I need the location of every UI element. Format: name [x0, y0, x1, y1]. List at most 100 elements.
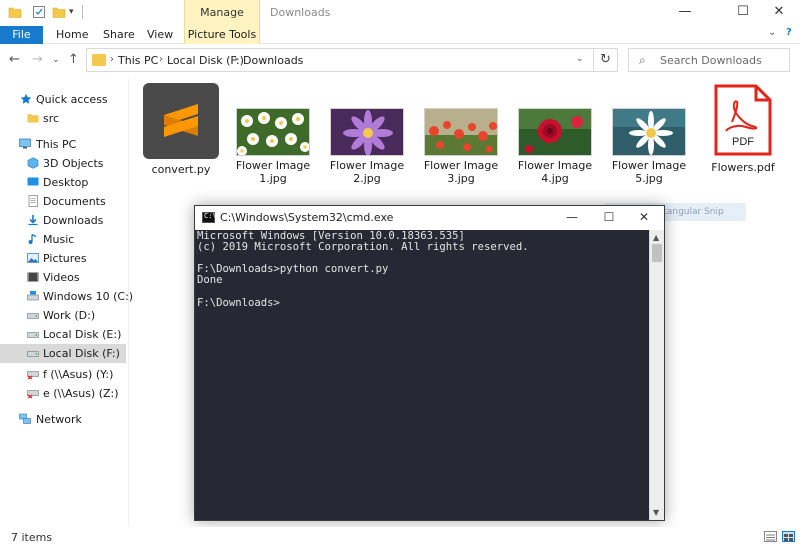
- window-title: Downloads: [270, 6, 331, 19]
- sidebar-item-this-pc[interactable]: This PC: [0, 135, 126, 154]
- large-icons-view-icon[interactable]: [782, 531, 795, 542]
- minimize-button[interactable]: —: [662, 0, 708, 26]
- star-icon: [20, 93, 32, 104]
- sidebar-item-src[interactable]: src: [0, 109, 126, 128]
- scroll-down-icon[interactable]: ▼: [653, 508, 659, 517]
- folder-icon: [92, 54, 106, 66]
- folder-icon[interactable]: [8, 5, 22, 19]
- address-bar[interactable]: › This PC › Local Disk (F:) › Downloads …: [86, 48, 594, 72]
- tab-share[interactable]: Share: [103, 26, 135, 44]
- sidebar-item-local-disk-e[interactable]: Local Disk (E:): [0, 325, 126, 344]
- tab-manage[interactable]: Manage: [184, 0, 260, 26]
- sidebar-item-downloads[interactable]: Downloads: [0, 211, 126, 230]
- breadcrumb-separator[interactable]: ›: [110, 54, 114, 65]
- file-item-convert-py[interactable]: convert.py: [141, 82, 221, 176]
- tab-file[interactable]: File: [0, 26, 43, 44]
- scroll-up-icon[interactable]: ▲: [653, 233, 659, 242]
- file-name: Flowers.pdf: [711, 161, 775, 174]
- pane-divider[interactable]: [128, 78, 129, 526]
- sidebar-item-3d-objects[interactable]: 3D Objects: [0, 154, 126, 173]
- documents-icon: [28, 195, 38, 207]
- file-name-line1: Flower Image: [235, 159, 311, 172]
- sidebar-item-network[interactable]: Network: [0, 410, 126, 429]
- pictures-icon: [27, 253, 39, 263]
- customize-toolbar-icon[interactable]: ▾: [69, 7, 74, 17]
- network-drive-icon: [27, 390, 39, 399]
- up-button[interactable]: ↑: [68, 52, 79, 67]
- sidebar-item-local-disk-f[interactable]: Local Disk (F:): [0, 344, 126, 363]
- ribbon-tabs: File Home Share View Picture Tools ⌄ ?: [0, 26, 800, 44]
- file-name-line1: Flower Image: [517, 159, 593, 172]
- tab-view[interactable]: View: [147, 26, 173, 44]
- address-dropdown-icon[interactable]: ⌄: [576, 54, 584, 64]
- cmd-close-button[interactable]: ✕: [624, 206, 664, 230]
- sidebar-item-windows-c[interactable]: Windows 10 (C:): [0, 287, 133, 306]
- sidebar-item-network-drive-z[interactable]: e (\\Asus) (Z:): [0, 384, 126, 403]
- file-item-flower-image-3[interactable]: Flower Image 3.jpg: [421, 82, 501, 185]
- breadcrumb-this-pc[interactable]: This PC: [118, 54, 158, 67]
- navigation-pane: Quick access src This PC 3D Objects Desk…: [0, 78, 133, 526]
- file-item-flowers-pdf[interactable]: PDF Flowers.pdf: [703, 82, 783, 174]
- breadcrumb-local-disk-f[interactable]: Local Disk (F:): [167, 54, 244, 67]
- download-icon: [28, 215, 38, 226]
- sidebar-item-desktop[interactable]: Desktop: [0, 173, 126, 192]
- cmd-maximize-button[interactable]: ☐: [589, 206, 629, 230]
- recent-locations-button[interactable]: ⌄: [52, 55, 60, 65]
- file-name-line2: 5.jpg: [635, 172, 663, 185]
- sidebar-item-label: 3D Objects: [43, 157, 104, 170]
- cmd-minimize-button[interactable]: —: [552, 206, 592, 230]
- expand-ribbon-icon[interactable]: ⌄: [768, 27, 776, 38]
- tab-home[interactable]: Home: [56, 26, 88, 44]
- breadcrumb-separator[interactable]: ›: [234, 54, 238, 65]
- file-item-flower-image-5[interactable]: Flower Image 5.jpg: [609, 82, 689, 185]
- cmd-window[interactable]: C:\ C:\Windows\System32\cmd.exe — ☐ ✕ Mi…: [194, 205, 665, 521]
- network-drive-icon: [27, 371, 39, 380]
- properties-icon[interactable]: [32, 5, 46, 19]
- item-count: 7 items: [11, 531, 53, 544]
- breadcrumb-separator[interactable]: ›: [159, 54, 163, 65]
- search-input[interactable]: ⌕ Search Downloads: [628, 48, 790, 72]
- sidebar-item-label: e (\\Asus) (Z:): [43, 387, 119, 400]
- sidebar-item-work-d[interactable]: Work (D:): [0, 306, 126, 325]
- sidebar-item-label: Downloads: [43, 214, 104, 227]
- console-line: Done: [197, 274, 223, 287]
- file-name: Flower Image 5.jpg: [609, 159, 689, 185]
- file-item-flower-image-4[interactable]: Flower Image 4.jpg: [515, 82, 595, 185]
- search-icon: ⌕: [639, 53, 646, 67]
- refresh-button[interactable]: ↻: [594, 48, 618, 72]
- image-thumbnail: [424, 108, 498, 156]
- breadcrumb-downloads[interactable]: Downloads: [243, 54, 303, 67]
- image-thumbnail: [236, 108, 310, 156]
- sidebar-item-quick-access[interactable]: Quick access: [0, 90, 126, 109]
- network-icon: [19, 413, 31, 424]
- tab-picture-tools[interactable]: Picture Tools: [184, 26, 260, 44]
- file-item-flower-image-2[interactable]: Flower Image 2.jpg: [327, 82, 407, 185]
- sidebar-item-music[interactable]: Music: [0, 230, 126, 249]
- cmd-title-bar[interactable]: C:\ C:\Windows\System32\cmd.exe — ☐ ✕: [195, 206, 664, 230]
- sidebar-item-network-drive-y[interactable]: f (\\Asus) (Y:): [0, 365, 126, 384]
- cmd-console[interactable]: Microsoft Windows [Version 10.0.18363.53…: [195, 230, 649, 520]
- file-name-line2: 4.jpg: [541, 172, 569, 185]
- help-icon[interactable]: ?: [786, 27, 792, 38]
- sidebar-item-documents[interactable]: Documents: [0, 192, 126, 211]
- new-folder-icon[interactable]: [52, 5, 66, 19]
- sidebar-item-label: Quick access: [36, 93, 108, 106]
- forward-button[interactable]: →: [32, 52, 43, 67]
- sublime-text-icon: [143, 83, 219, 159]
- cmd-scrollbar[interactable]: ▲ ▼: [649, 230, 664, 520]
- file-name: convert.py: [151, 163, 211, 176]
- file-name: Flower Image 2.jpg: [327, 159, 407, 185]
- file-name-line2: 1.jpg: [259, 172, 287, 185]
- details-view-icon[interactable]: [764, 531, 777, 542]
- console-line: F:\Downloads>python convert.py: [197, 263, 389, 276]
- back-button[interactable]: ←: [9, 52, 20, 67]
- sidebar-item-videos[interactable]: Videos: [0, 268, 126, 287]
- drive-icon: [27, 332, 39, 338]
- drive-icon: [27, 291, 39, 301]
- scroll-thumb[interactable]: [652, 244, 662, 262]
- cmd-title: C:\Windows\System32\cmd.exe: [220, 211, 394, 224]
- sidebar-item-pictures[interactable]: Pictures: [0, 249, 126, 268]
- close-button[interactable]: ✕: [756, 0, 800, 26]
- file-item-flower-image-1[interactable]: Flower Image 1.jpg: [233, 82, 313, 185]
- cube-icon: [27, 157, 39, 169]
